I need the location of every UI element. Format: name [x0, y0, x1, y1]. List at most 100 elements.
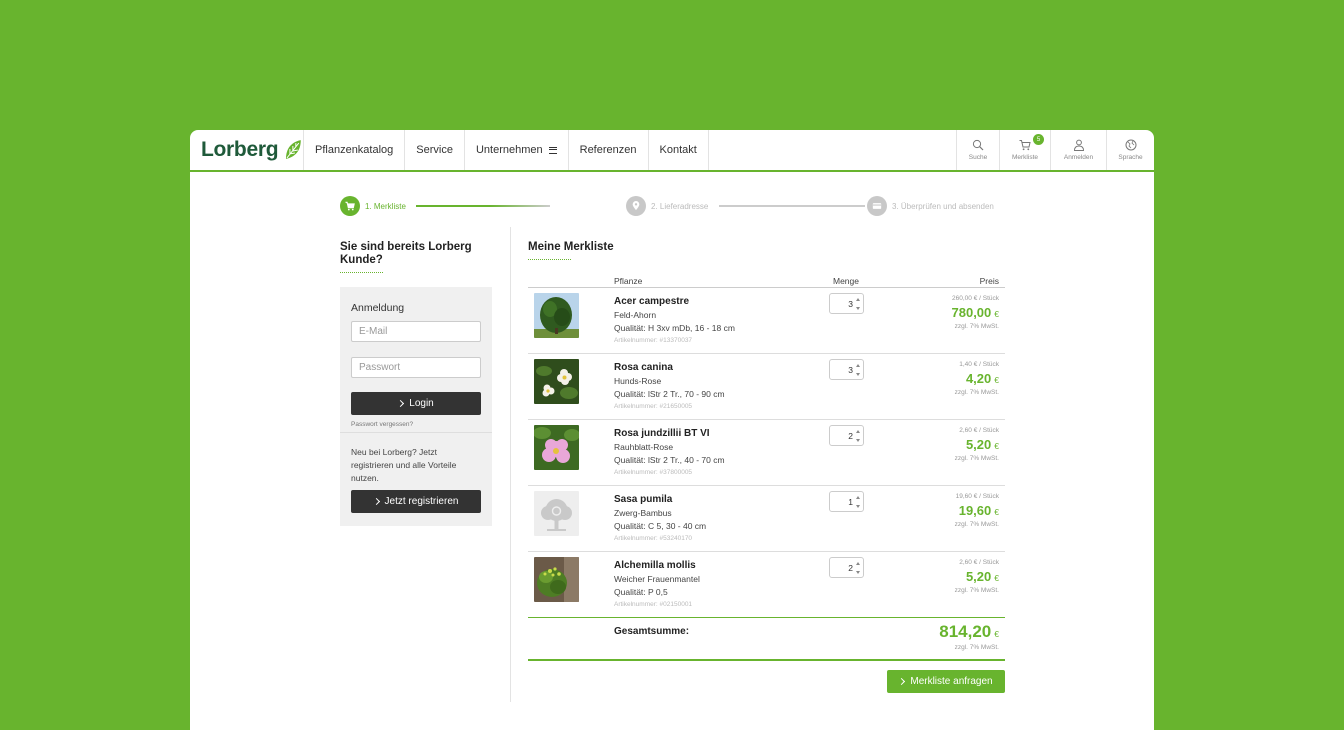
menu-icon	[548, 146, 557, 154]
lady-mantle-photo[interactable]	[534, 557, 579, 602]
quantity-stepper[interactable]: 1	[829, 491, 864, 512]
product-name[interactable]: Alchemilla mollis	[614, 560, 696, 571]
user-icon	[1073, 139, 1084, 151]
language-button[interactable]: Sprache	[1106, 130, 1154, 170]
pink-rose-photo[interactable]	[534, 425, 579, 470]
forgot-password-link[interactable]: Passwort vergessen?	[351, 421, 413, 428]
quantity-stepper[interactable]: 2	[829, 557, 864, 578]
line-price: 19,60 €	[959, 503, 999, 518]
list-title: Meine Merkliste	[528, 241, 614, 253]
column-divider	[510, 227, 511, 702]
product-quality: Qualität: lStr 2 Tr., 70 - 90 cm	[614, 389, 725, 399]
line-price: 780,00 €	[952, 305, 1000, 320]
quantity-stepper[interactable]: 3	[829, 293, 864, 314]
step-2-circle	[626, 196, 646, 216]
search-button[interactable]: Suche	[956, 130, 999, 170]
step-2-label: 2. Lieferadresse	[651, 202, 709, 211]
login-submit-label: Login	[409, 398, 434, 409]
spinner-icon[interactable]	[855, 364, 861, 376]
step-progress-line	[416, 205, 550, 207]
nav-pflanzenkatalog[interactable]: Pflanzenkatalog	[304, 130, 406, 170]
step-1-label[interactable]: 1. Merkliste	[365, 202, 406, 211]
header-tools: Suche Merkliste 5 Anmelden Sprache	[956, 130, 1154, 170]
location-pin-icon	[632, 201, 640, 211]
spinner-icon[interactable]	[855, 496, 861, 508]
vat-note: zzgl. 7% MwSt.	[954, 521, 999, 528]
step-line	[719, 205, 865, 207]
product-name[interactable]: Acer campestre	[614, 296, 689, 307]
tree-photo-image	[534, 293, 579, 338]
quantity-stepper[interactable]: 2	[829, 425, 864, 446]
logo[interactable]: Lorberg	[190, 130, 304, 170]
product-common-name: Zwerg-Bambus	[614, 508, 672, 518]
list-item: Sasa pumila Zwerg-Bambus Qualität: C 5, …	[528, 486, 1005, 552]
header-qty: Menge	[833, 276, 859, 286]
submit-wishlist-button[interactable]: Merkliste anfragen	[887, 670, 1005, 693]
spinner-icon[interactable]	[855, 430, 861, 442]
search-icon	[972, 139, 984, 151]
nav-label: Unternehmen	[475, 144, 543, 156]
product-quality: Qualität: C 5, 30 - 40 cm	[614, 521, 707, 531]
register-button[interactable]: Jetzt registrieren	[351, 490, 481, 513]
login-button[interactable]: Anmelden	[1050, 130, 1106, 170]
white-rose-photo[interactable]	[534, 359, 579, 404]
line-price: 4,20 €	[966, 371, 999, 386]
line-price-value: 780,00	[951, 305, 992, 320]
nav-kontakt[interactable]: Kontakt	[649, 130, 709, 170]
quantity-stepper[interactable]: 3	[829, 359, 864, 380]
vat-note: zzgl. 7% MwSt.	[954, 389, 999, 396]
site-header: Lorberg Pflanzenkatalog Service Unterneh…	[190, 130, 1154, 172]
spinner-icon[interactable]	[855, 298, 861, 310]
password-field[interactable]	[351, 357, 481, 378]
nav-label: Service	[416, 144, 453, 156]
product-name[interactable]: Rosa jundzillii BT VI	[614, 428, 710, 439]
email-field[interactable]	[351, 321, 481, 342]
nav-referenzen[interactable]: Referenzen	[569, 130, 649, 170]
product-name[interactable]: Rosa canina	[614, 362, 673, 373]
product-article-number: Artikelnummer: #13370037	[614, 337, 693, 344]
cart-icon	[1019, 140, 1031, 151]
placeholder-tree-icon[interactable]	[534, 491, 579, 536]
product-common-name: Feld-Ahorn	[614, 310, 657, 320]
nav-service[interactable]: Service	[405, 130, 465, 170]
total-label: Gesamtsumme:	[614, 626, 690, 637]
nav-unternehmen[interactable]: Unternehmen	[465, 130, 569, 170]
header-price: Preis	[979, 276, 999, 286]
tree-photo[interactable]	[534, 293, 579, 338]
product-common-name: Rauhblatt-Rose	[614, 442, 674, 452]
title-underline	[340, 272, 383, 273]
register-label: Jetzt registrieren	[384, 496, 459, 507]
globe-icon	[1125, 139, 1136, 151]
quantity-value: 3	[848, 299, 853, 309]
currency: €	[994, 441, 999, 451]
product-common-name: Weicher Frauenmantel	[614, 574, 700, 584]
unit-price: 1,40 € / Stück	[959, 361, 999, 368]
step-1-circle[interactable]	[340, 196, 360, 216]
cart-icon	[345, 201, 355, 211]
product-quality: Qualität: H 3xv mDb, 16 - 18 cm	[614, 323, 735, 333]
currency: €	[994, 507, 999, 517]
product-article-number: Artikelnummer: #53240170	[614, 535, 693, 542]
spinner-icon[interactable]	[855, 562, 861, 574]
total-price: 814,20 €	[939, 622, 999, 642]
product-article-number: Artikelnummer: #02150001	[614, 601, 693, 608]
cart-button[interactable]: Merkliste 5	[999, 130, 1050, 170]
currency: €	[994, 375, 999, 385]
card-icon	[872, 203, 882, 209]
line-price: 5,20 €	[966, 437, 999, 452]
register-text: Neu bei Lorberg? Jetzt registrieren und …	[351, 447, 457, 483]
leaf-icon	[286, 140, 302, 159]
product-name[interactable]: Sasa pumila	[614, 494, 672, 505]
list-item: Rosa canina Hunds-Rose Qualität: lStr 2 …	[528, 354, 1005, 420]
product-article-number: Artikelnummer: #21650005	[614, 403, 693, 410]
login-submit-button[interactable]: Login	[351, 392, 481, 415]
step-3-label: 3. Überprüfen und absenden	[892, 202, 994, 211]
cart-label: Merkliste	[1011, 154, 1038, 161]
unit-price: 260,00 € / Stück	[952, 295, 999, 302]
nav-label: Pflanzenkatalog	[315, 144, 394, 156]
language-label: Sprache	[1118, 154, 1143, 161]
quantity-value: 2	[848, 563, 853, 573]
currency: €	[994, 309, 999, 319]
unit-price: 2,60 € / Stück	[959, 559, 999, 566]
list-item: Alchemilla mollis Weicher Frauenmantel Q…	[528, 552, 1005, 618]
